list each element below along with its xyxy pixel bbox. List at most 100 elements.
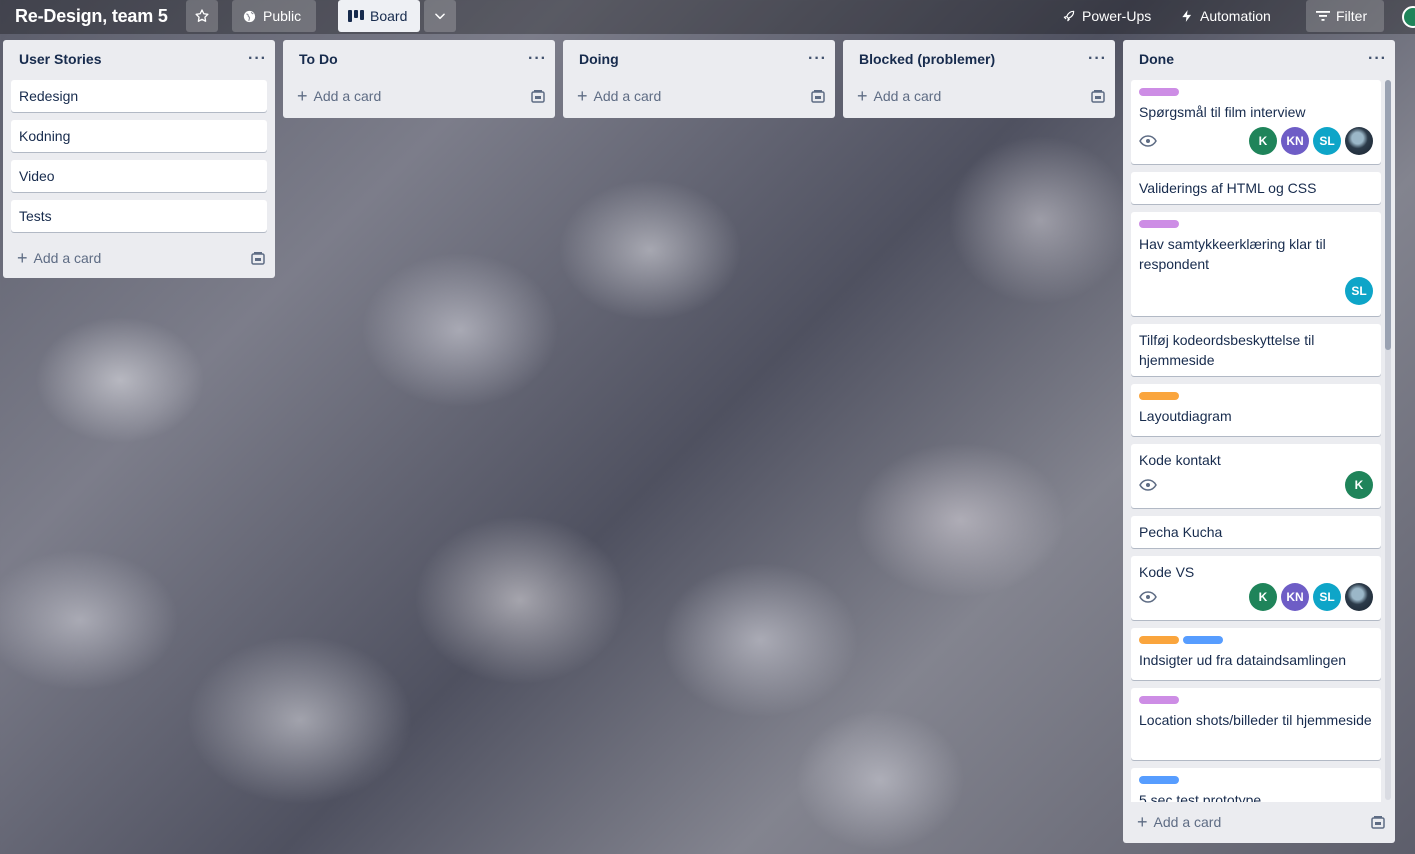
card-title: Location shots/billeder til hjemmeside bbox=[1139, 712, 1372, 728]
add-card-button[interactable]: + Add a card bbox=[283, 78, 555, 114]
card-template-icon[interactable] bbox=[1371, 815, 1385, 829]
list-menu-icon[interactable]: ··· bbox=[1088, 50, 1107, 68]
automation-button[interactable]: Automation bbox=[1170, 0, 1288, 32]
add-card-label: Add a card bbox=[33, 250, 102, 266]
card-title: Layoutdiagram bbox=[1139, 408, 1232, 424]
card[interactable]: Indsigter ud fra dataindsamlingen bbox=[1131, 628, 1381, 680]
filter-icon bbox=[1316, 11, 1330, 21]
member-avatar-sl[interactable]: SL bbox=[1345, 277, 1373, 305]
card[interactable]: Validerings af HTML og CSS bbox=[1131, 172, 1381, 204]
board-view-button[interactable]: Board bbox=[338, 0, 420, 32]
power-ups-label: Power-Ups bbox=[1082, 8, 1152, 24]
filter-button[interactable]: Filter bbox=[1306, 0, 1384, 32]
visibility-label: Public bbox=[263, 8, 302, 24]
list-menu-icon[interactable]: ··· bbox=[808, 50, 827, 68]
done-cards-scroll[interactable]: Spørgsmål til film interview K KN SL Val… bbox=[1123, 78, 1395, 802]
card-title: Kodning bbox=[19, 128, 71, 144]
card-template-icon[interactable] bbox=[251, 251, 265, 265]
list-header: Doing ··· bbox=[563, 40, 835, 78]
card-title: Kode kontakt bbox=[1139, 452, 1221, 468]
member-avatar-k[interactable]: K bbox=[1345, 471, 1373, 499]
card[interactable]: Spørgsmål til film interview K KN SL bbox=[1131, 80, 1381, 164]
visibility-button[interactable]: Public bbox=[232, 0, 316, 32]
card-title: Tests bbox=[19, 208, 52, 224]
card[interactable]: 5 sec test prototype bbox=[1131, 768, 1381, 802]
star-button[interactable] bbox=[186, 0, 218, 32]
member-avatar-photo[interactable] bbox=[1345, 583, 1373, 611]
card[interactable]: Tilføj kodeordsbeskyttelse til hjemmesid… bbox=[1131, 324, 1381, 376]
member-avatar-k[interactable]: K bbox=[1249, 583, 1277, 611]
list-title[interactable]: Done bbox=[1139, 51, 1174, 67]
card-title: Redesign bbox=[19, 88, 79, 104]
user-avatar[interactable] bbox=[1402, 6, 1415, 28]
member-avatar-sl[interactable]: SL bbox=[1313, 583, 1341, 611]
card[interactable]: Pecha Kucha bbox=[1131, 516, 1381, 548]
add-card-label: Add a card bbox=[313, 88, 382, 104]
member-avatar-kn[interactable]: KN bbox=[1281, 127, 1309, 155]
card-title: Tilføj kodeordsbeskyttelse til hjemmesid… bbox=[1139, 332, 1315, 368]
list-header: To Do ··· bbox=[283, 40, 555, 78]
watch-eye-icon bbox=[1139, 591, 1157, 603]
card[interactable]: Video bbox=[11, 160, 267, 192]
card-template-icon[interactable] bbox=[1091, 89, 1105, 103]
scrollbar[interactable] bbox=[1385, 80, 1391, 800]
star-icon bbox=[195, 9, 209, 22]
card-title: 5 sec test prototype bbox=[1139, 792, 1262, 802]
list-blocked: Blocked (problemer) ··· + Add a card bbox=[843, 40, 1115, 118]
card[interactable]: Kode VS K KN SL bbox=[1131, 556, 1381, 620]
card-template-icon[interactable] bbox=[811, 89, 825, 103]
list-menu-icon[interactable]: ··· bbox=[248, 50, 267, 68]
card[interactable]: Kode kontakt K bbox=[1131, 444, 1381, 508]
label-purple bbox=[1139, 220, 1179, 228]
list-title[interactable]: User Stories bbox=[19, 51, 101, 67]
view-switcher-button[interactable] bbox=[424, 0, 456, 32]
plus-icon: + bbox=[577, 86, 588, 106]
list-title[interactable]: Blocked (problemer) bbox=[859, 51, 995, 67]
plus-icon: + bbox=[297, 86, 308, 106]
card[interactable]: Tests bbox=[11, 200, 267, 232]
label-orange bbox=[1139, 392, 1179, 400]
plus-icon: + bbox=[17, 248, 28, 268]
list-menu-icon[interactable]: ··· bbox=[1368, 50, 1387, 68]
filter-label: Filter bbox=[1336, 8, 1368, 24]
card[interactable]: Location shots/billeder til hjemmeside bbox=[1131, 688, 1381, 760]
automation-label: Automation bbox=[1200, 8, 1271, 24]
card-title: Validerings af HTML og CSS bbox=[1139, 180, 1317, 196]
label-purple bbox=[1139, 696, 1179, 704]
power-ups-button[interactable]: Power-Ups bbox=[1052, 0, 1162, 32]
member-avatar-sl[interactable]: SL bbox=[1313, 127, 1341, 155]
globe-icon bbox=[243, 10, 256, 22]
card[interactable]: Layoutdiagram bbox=[1131, 384, 1381, 436]
list-menu-icon[interactable]: ··· bbox=[528, 50, 547, 68]
add-card-button[interactable]: + Add a card bbox=[843, 78, 1115, 114]
member-avatar-kn[interactable]: KN bbox=[1281, 583, 1309, 611]
board-header: Re-Design, team 5 Public Board Power-Ups bbox=[0, 0, 1415, 34]
label-blue bbox=[1183, 636, 1223, 644]
card[interactable]: Kodning bbox=[11, 120, 267, 152]
list-header: Blocked (problemer) ··· bbox=[843, 40, 1115, 78]
scrollbar-thumb[interactable] bbox=[1385, 80, 1391, 350]
list-title[interactable]: To Do bbox=[299, 51, 338, 67]
card[interactable]: Hav samtykkeerklæring klar til responden… bbox=[1131, 212, 1381, 316]
add-card-button[interactable]: + Add a card bbox=[3, 240, 275, 276]
list-title[interactable]: Doing bbox=[579, 51, 619, 67]
label-purple bbox=[1139, 88, 1179, 96]
watch-eye-icon bbox=[1139, 479, 1157, 491]
list-user-stories: User Stories ··· Redesign Kodning Video … bbox=[3, 40, 275, 278]
list-done: Done ··· Spørgsmål til film interview K … bbox=[1123, 40, 1395, 843]
list-header: Done ··· bbox=[1123, 40, 1395, 78]
member-avatar-k[interactable]: K bbox=[1249, 127, 1277, 155]
add-card-label: Add a card bbox=[593, 88, 662, 104]
board-title[interactable]: Re-Design, team 5 bbox=[15, 6, 168, 27]
add-card-button[interactable]: + Add a card bbox=[1123, 802, 1395, 842]
add-card-label: Add a card bbox=[1153, 814, 1222, 830]
card-title: Indsigter ud fra dataindsamlingen bbox=[1139, 652, 1347, 668]
member-avatar-photo[interactable] bbox=[1345, 127, 1373, 155]
list-doing: Doing ··· + Add a card bbox=[563, 40, 835, 118]
add-card-button[interactable]: + Add a card bbox=[563, 78, 835, 114]
card[interactable]: Redesign bbox=[11, 80, 267, 112]
card-template-icon[interactable] bbox=[531, 89, 545, 103]
card-title: Video bbox=[19, 168, 55, 184]
watch-eye-icon bbox=[1139, 135, 1157, 147]
list-to-do: To Do ··· + Add a card bbox=[283, 40, 555, 118]
